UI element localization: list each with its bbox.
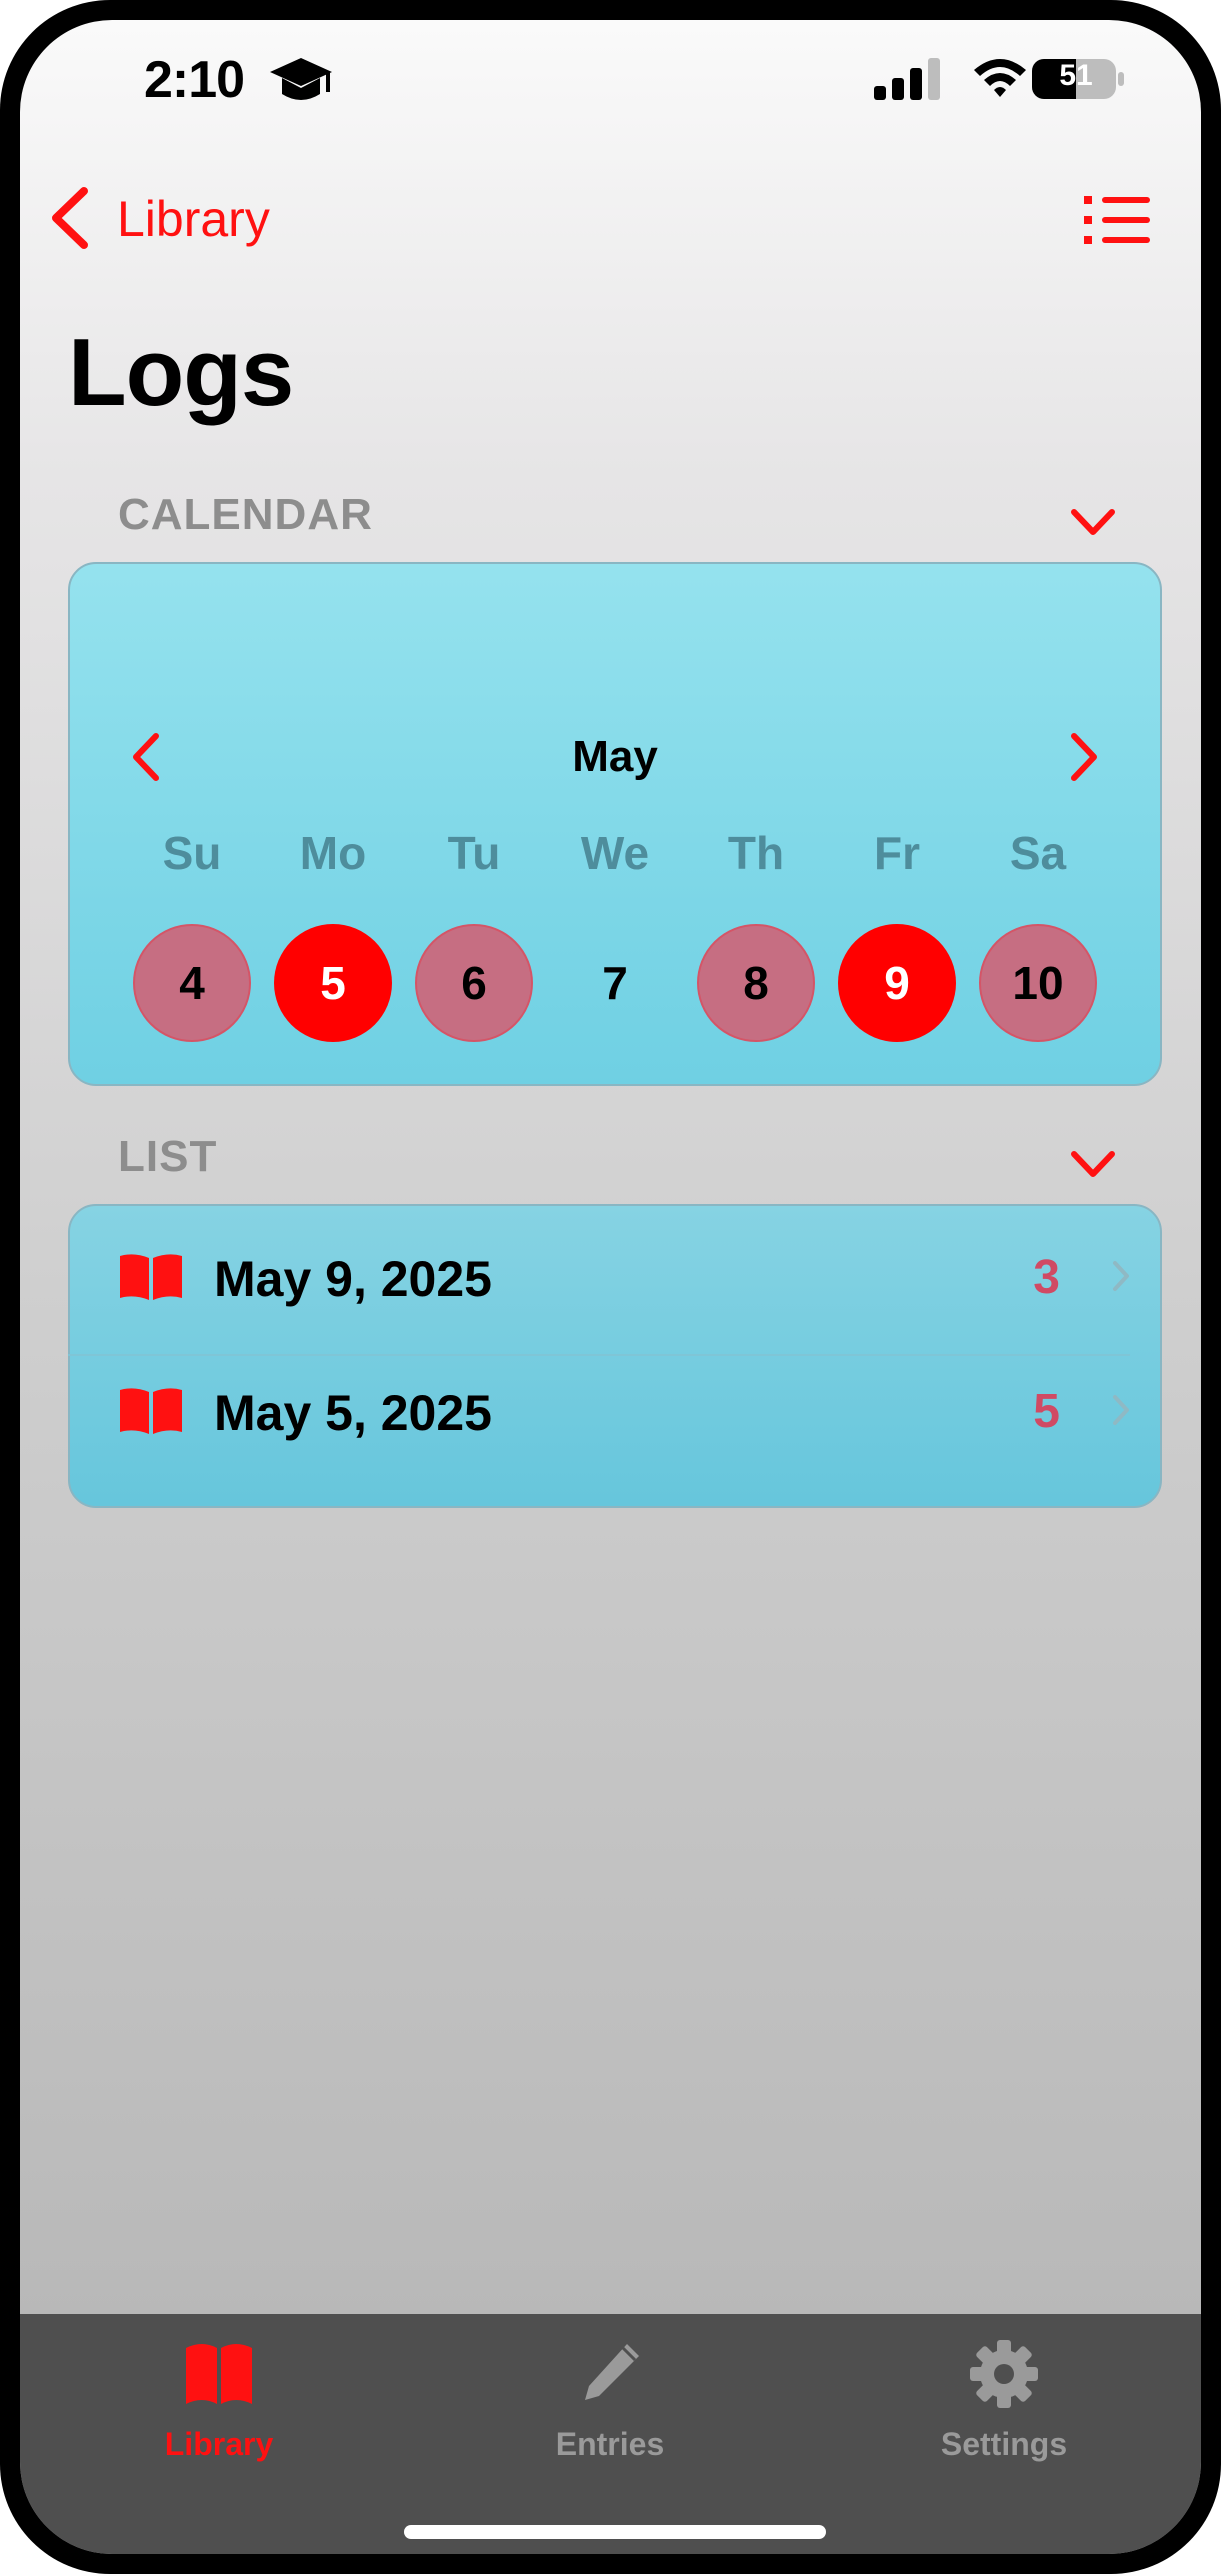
log-list-card: May 9, 2025 3 May 5, 2025 5 bbox=[68, 1204, 1162, 1508]
calendar-day[interactable]: 4 bbox=[133, 924, 251, 1042]
weekday-label: Th bbox=[727, 827, 785, 879]
calendar-day[interactable]: 6 bbox=[415, 924, 533, 1042]
book-icon bbox=[186, 2344, 252, 2404]
calendar-day[interactable]: 8 bbox=[697, 924, 815, 1042]
weekday-label: We bbox=[580, 827, 650, 879]
chevron-down-icon[interactable] bbox=[1068, 506, 1118, 540]
wifi-icon bbox=[974, 59, 1026, 97]
book-icon bbox=[120, 1254, 182, 1300]
device-frame: 2:10 51 Library Logs CALENDAR May Su Mo … bbox=[0, 0, 1221, 2574]
screen: 2:10 51 Library Logs CALENDAR May Su Mo … bbox=[20, 20, 1201, 2554]
calendar-day[interactable]: 5 bbox=[274, 924, 392, 1042]
tab-entries[interactable]: Entries bbox=[490, 2330, 730, 2480]
home-indicator bbox=[404, 2525, 826, 2539]
chevron-right-icon bbox=[1113, 1395, 1129, 1425]
calendar-day[interactable]: 7 bbox=[556, 924, 674, 1042]
tab-settings[interactable]: Settings bbox=[884, 2330, 1124, 2480]
tab-label: Library bbox=[164, 2426, 274, 2462]
log-count: 3 bbox=[1033, 1251, 1060, 1304]
book-icon bbox=[120, 1388, 182, 1434]
list-menu-icon[interactable] bbox=[1082, 190, 1154, 250]
list-item[interactable]: May 9, 2025 3 bbox=[70, 1206, 1160, 1340]
calendar-card: May Su Mo Tu We Th Fr Sa 4 5 6 7 8 9 10 bbox=[68, 562, 1162, 1086]
list-section-label: LIST bbox=[118, 1132, 218, 1181]
weekday-label: Su bbox=[162, 827, 222, 879]
tab-bar: Library Entries Settings bbox=[20, 2314, 1201, 2554]
back-button[interactable]: Library bbox=[117, 190, 270, 248]
pencil-icon bbox=[585, 2344, 639, 2400]
weekday-label: Mo bbox=[299, 827, 367, 879]
tab-label: Settings bbox=[940, 2426, 1068, 2462]
log-date: May 5, 2025 bbox=[214, 1385, 492, 1441]
graduation-cap-icon bbox=[270, 58, 332, 100]
log-count: 5 bbox=[1033, 1385, 1060, 1438]
chevron-right-icon[interactable] bbox=[1066, 730, 1102, 784]
weekday-label: Fr bbox=[874, 827, 920, 879]
tab-library[interactable]: Library bbox=[99, 2330, 339, 2480]
list-item[interactable]: May 5, 2025 5 bbox=[70, 1340, 1160, 1474]
list-divider bbox=[68, 1354, 1130, 1356]
weekday-label: Tu bbox=[447, 827, 501, 879]
month-label: May bbox=[572, 732, 658, 781]
chevron-right-icon bbox=[1113, 1261, 1129, 1291]
calendar-day[interactable]: 10 bbox=[979, 924, 1097, 1042]
page-title: Logs bbox=[68, 319, 294, 426]
gear-icon bbox=[970, 2340, 1038, 2408]
chevron-left-icon[interactable] bbox=[48, 185, 92, 251]
status-time: 2:10 bbox=[144, 51, 245, 109]
calendar-day[interactable]: 9 bbox=[838, 924, 956, 1042]
tab-label: Entries bbox=[555, 2426, 665, 2462]
chevron-down-icon[interactable] bbox=[1068, 1148, 1118, 1182]
log-date: May 9, 2025 bbox=[214, 1251, 492, 1307]
signal-icon bbox=[874, 58, 940, 100]
calendar-section-label: CALENDAR bbox=[118, 490, 373, 539]
battery-level: 51 bbox=[1059, 59, 1093, 92]
weekday-label: Sa bbox=[1009, 827, 1067, 879]
